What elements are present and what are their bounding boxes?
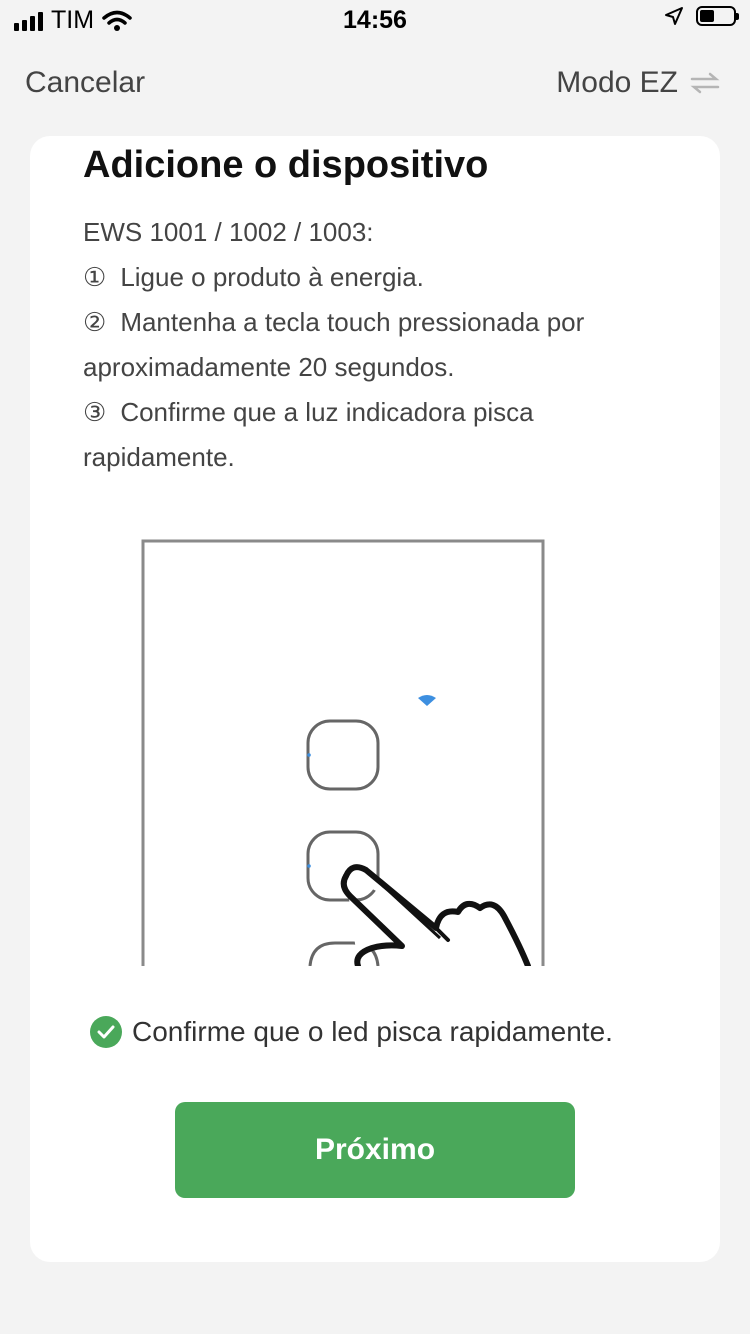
step-text: Ligue o produto à energia.	[120, 262, 424, 292]
swap-arrows-icon	[690, 72, 720, 94]
step-text: Confirme que a luz indicadora pisca	[120, 397, 534, 427]
location-icon	[665, 7, 683, 25]
step-3-continued: rapidamente.	[83, 442, 235, 472]
nav-bar: Cancelar Modo EZ	[0, 60, 750, 110]
mode-switch-button[interactable]: Modo EZ	[556, 66, 720, 100]
mode-label: Modo EZ	[556, 66, 678, 99]
cancel-button[interactable]: Cancelar	[25, 66, 145, 100]
content-card: Adicione o dispositivo EWS 1001 / 1002 /…	[30, 136, 720, 1262]
page-title: Adicione o dispositivo	[83, 144, 489, 186]
next-button[interactable]: Próximo	[175, 1102, 575, 1198]
check-circle-icon	[90, 1016, 122, 1048]
instructions: EWS 1001 / 1002 / 1003: ① Ligue o produto…	[83, 210, 673, 480]
battery-icon	[696, 6, 739, 26]
status-right	[664, 6, 739, 26]
confirm-label: Confirme que o led pisca rapidamente.	[132, 1016, 613, 1047]
step-2: ② Mantenha a tecla touch pressionada por	[83, 300, 673, 345]
step-3: ③ Confirme que a luz indicadora pisca	[83, 390, 673, 435]
touch-switch-hand-illustration	[141, 539, 545, 966]
step-text: Mantenha a tecla touch pressionada por	[120, 307, 585, 337]
step-marker: ③	[83, 397, 107, 427]
status-bar: TIM 14:56	[0, 0, 750, 40]
step-1: ① Ligue o produto à energia.	[83, 255, 673, 300]
step-marker: ①	[83, 262, 107, 292]
step-marker: ②	[83, 307, 107, 337]
status-time: 14:56	[343, 6, 407, 34]
confirm-led-checkbox[interactable]: Confirme que o led pisca rapidamente.	[90, 1016, 613, 1048]
step-2-continued: aproximadamente 20 segundos.	[83, 352, 455, 382]
model-line: EWS 1001 / 1002 / 1003:	[83, 217, 374, 247]
